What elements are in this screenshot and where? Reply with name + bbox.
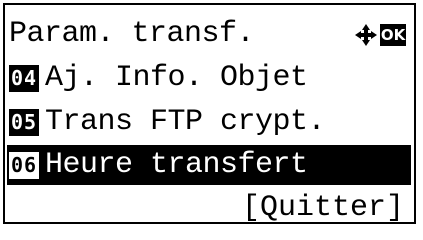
menu-item-number: 06: [9, 151, 39, 179]
lcd-panel: Param. transf. OK 04 Aj. Info. Objet 05 …: [3, 3, 416, 225]
menu-item-label: Heure transfert: [45, 148, 308, 182]
menu-item[interactable]: 04 Aj. Info. Objet: [9, 58, 409, 98]
menu-item-label: Trans FTP crypt.: [45, 105, 326, 139]
menu-title: Param. transf.: [9, 17, 255, 51]
menu-item-number: 04: [9, 64, 39, 92]
menu-item-label: Aj. Info. Objet: [45, 61, 308, 95]
ok-icon: OK: [380, 24, 406, 46]
menu-item[interactable]: 05 Trans FTP crypt.: [9, 102, 409, 142]
menu-item-selected[interactable]: 06 Heure transfert: [7, 145, 411, 185]
navigation-hint: OK: [354, 23, 406, 47]
menu-title-row: Param. transf.: [9, 14, 409, 54]
four-way-arrow-icon: [355, 24, 377, 46]
menu-item-number: 05: [9, 108, 39, 136]
quit-button[interactable]: [Quitter]: [242, 188, 404, 228]
